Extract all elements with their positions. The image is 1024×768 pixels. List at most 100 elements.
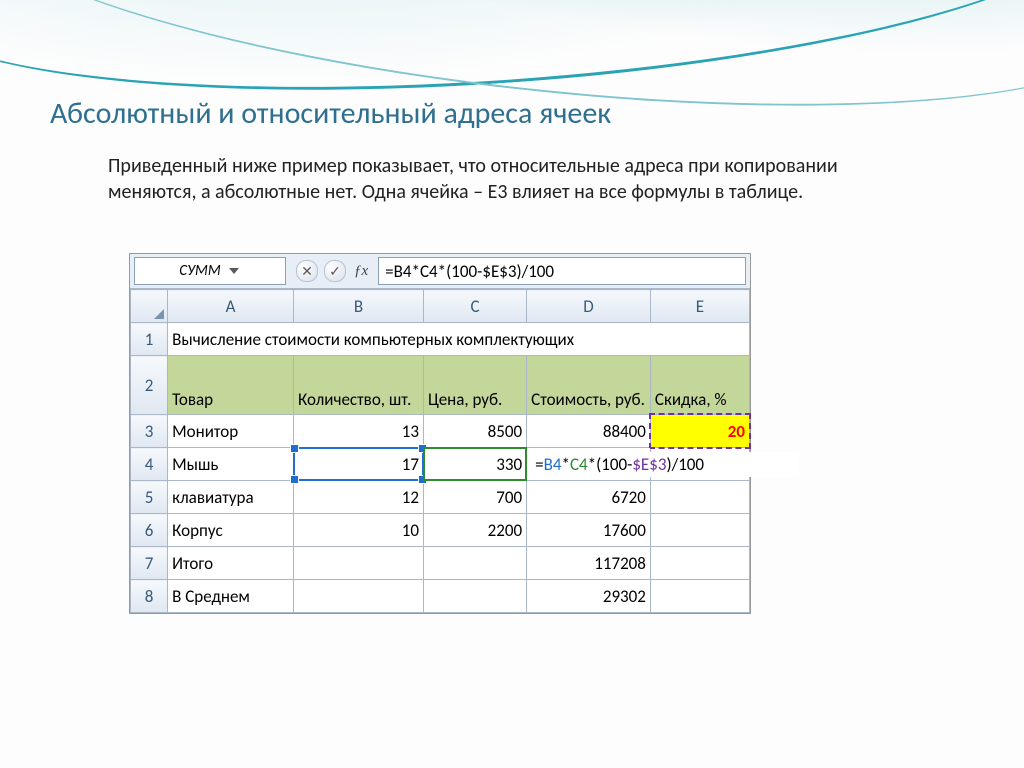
cell-text: Количество, шт. <box>294 388 423 414</box>
slide: Абсолютный и относительный адреса ячеек … <box>0 0 1024 768</box>
cell-C8[interactable] <box>423 580 526 613</box>
cell-B3[interactable]: 13 <box>293 415 423 448</box>
selection-handle[interactable] <box>290 444 299 453</box>
cell-A1[interactable]: Вычисление стоимости компьютерных компле… <box>168 323 750 356</box>
select-all-corner[interactable] <box>131 290 168 323</box>
cell-D2[interactable]: Стоимость, руб. <box>527 356 651 415</box>
cell-D8[interactable]: 29302 <box>527 580 651 613</box>
cell-text: Корпус <box>168 518 293 543</box>
formula-bar-buttons: ✕ ✓ ƒx <box>290 254 376 288</box>
cell-E8[interactable] <box>650 580 749 613</box>
cell-text: Цена, руб. <box>424 388 526 414</box>
cell-text: Скидка, % <box>651 388 749 414</box>
formula-bar-input[interactable]: =B4*C4*(100-$E$3)/100 <box>378 257 746 285</box>
formula-bar-row: СУММ ✕ ✓ ƒx =B4*C4*(100-$E$3)/100 <box>130 254 750 289</box>
cell-A3[interactable]: Монитор <box>168 415 294 448</box>
cell-text: В Среднем <box>168 584 293 609</box>
worksheet-grid[interactable]: A B C D E 1 Вычисление стоимости компьют… <box>130 289 750 613</box>
cell-D5[interactable]: 6720 <box>527 481 651 514</box>
cell-text: Монитор <box>168 419 293 444</box>
cell-B4[interactable]: 17 <box>293 448 423 481</box>
cell-A8[interactable]: В Среднем <box>168 580 294 613</box>
cell-B8[interactable] <box>293 580 423 613</box>
cell-text <box>651 528 749 532</box>
cell-D7[interactable]: 117208 <box>527 547 651 580</box>
slide-title: Абсолютный и относительный адреса ячеек <box>50 95 611 132</box>
row-header-5[interactable]: 5 <box>131 481 168 514</box>
name-box[interactable]: СУММ <box>134 257 286 285</box>
col-header-C[interactable]: C <box>423 290 526 323</box>
enter-button[interactable]: ✓ <box>324 260 346 282</box>
cell-text: 2200 <box>424 518 526 543</box>
cell-text: Стоимость, руб. <box>527 388 650 414</box>
cell-text: 17600 <box>527 518 650 543</box>
cell-E5[interactable] <box>650 481 749 514</box>
fx-icon[interactable]: ƒx <box>352 263 370 280</box>
col-header-D[interactable]: D <box>527 290 651 323</box>
selection-handle[interactable] <box>290 475 299 484</box>
cell-text: 29302 <box>527 584 650 609</box>
name-box-value: СУММ <box>179 262 220 280</box>
cell-text: 13 <box>294 419 423 444</box>
row-header-2[interactable]: 2 <box>131 356 168 415</box>
cell-C2[interactable]: Цена, руб. <box>423 356 526 415</box>
cell-text: Итого <box>168 551 293 576</box>
formula-bar-text: =B4*C4*(100-$E$3)/100 <box>385 261 554 282</box>
cell-text <box>424 561 526 565</box>
cell-text: 330 <box>424 452 526 477</box>
cell-B7[interactable] <box>293 547 423 580</box>
cell-text: 20 <box>651 419 749 444</box>
cell-text <box>651 495 749 499</box>
cell-D4[interactable]: =B4*C4*(100-$E$3)/100 <box>527 448 651 481</box>
cell-E2[interactable]: Скидка, % <box>650 356 749 415</box>
cell-text <box>424 594 526 598</box>
cell-A2[interactable]: Товар <box>168 356 294 415</box>
row-header-4[interactable]: 4 <box>131 448 168 481</box>
cell-C7[interactable] <box>423 547 526 580</box>
cell-B5[interactable]: 12 <box>293 481 423 514</box>
cell-formula: =B4*C4*(100-$E$3)/100 <box>531 452 799 477</box>
cell-text: Мышь <box>168 452 293 477</box>
cell-A6[interactable]: Корпус <box>168 514 294 547</box>
cell-text: 17 <box>294 452 423 477</box>
cell-B6[interactable]: 10 <box>293 514 423 547</box>
cell-A5[interactable]: клавиатура <box>168 481 294 514</box>
cell-text: 88400 <box>527 419 650 444</box>
cell-A7[interactable]: Итого <box>168 547 294 580</box>
cell-text: Товар <box>168 388 293 414</box>
name-box-dropdown-icon[interactable] <box>227 264 241 278</box>
cell-B2[interactable]: Количество, шт. <box>293 356 423 415</box>
col-header-E[interactable]: E <box>650 290 749 323</box>
row-header-8[interactable]: 8 <box>131 580 168 613</box>
col-header-B[interactable]: B <box>293 290 423 323</box>
cell-text <box>651 561 749 565</box>
cell-text: 10 <box>294 518 423 543</box>
cell-C3[interactable]: 8500 <box>423 415 526 448</box>
cell-A4[interactable]: Мышь <box>168 448 294 481</box>
cell-text: 700 <box>424 485 526 510</box>
cell-E6[interactable] <box>650 514 749 547</box>
cell-E3[interactable]: 20 <box>650 415 749 448</box>
cell-text: 6720 <box>527 485 650 510</box>
slide-paragraph: Приведенный ниже пример показывает, что … <box>108 154 928 205</box>
cell-D3[interactable]: 88400 <box>527 415 651 448</box>
cell-text: Вычисление стоимости компьютерных компле… <box>168 327 749 352</box>
row-header-3[interactable]: 3 <box>131 415 168 448</box>
col-header-A[interactable]: A <box>168 290 294 323</box>
cancel-button[interactable]: ✕ <box>296 260 318 282</box>
cell-C4[interactable]: 330 <box>423 448 526 481</box>
row-header-1[interactable]: 1 <box>131 323 168 356</box>
cell-text <box>294 561 423 565</box>
cell-text: 8500 <box>424 419 526 444</box>
cell-text: 12 <box>294 485 423 510</box>
cell-text: клавиатура <box>168 485 293 510</box>
row-header-6[interactable]: 6 <box>131 514 168 547</box>
cell-C6[interactable]: 2200 <box>423 514 526 547</box>
cell-text <box>651 594 749 598</box>
cell-C5[interactable]: 700 <box>423 481 526 514</box>
cell-D6[interactable]: 17600 <box>527 514 651 547</box>
excel-fragment: СУММ ✕ ✓ ƒx =B4*C4*(100-$E$3)/100 <box>130 254 750 613</box>
row-header-7[interactable]: 7 <box>131 547 168 580</box>
cell-E7[interactable] <box>650 547 749 580</box>
cell-text: 117208 <box>527 551 650 576</box>
